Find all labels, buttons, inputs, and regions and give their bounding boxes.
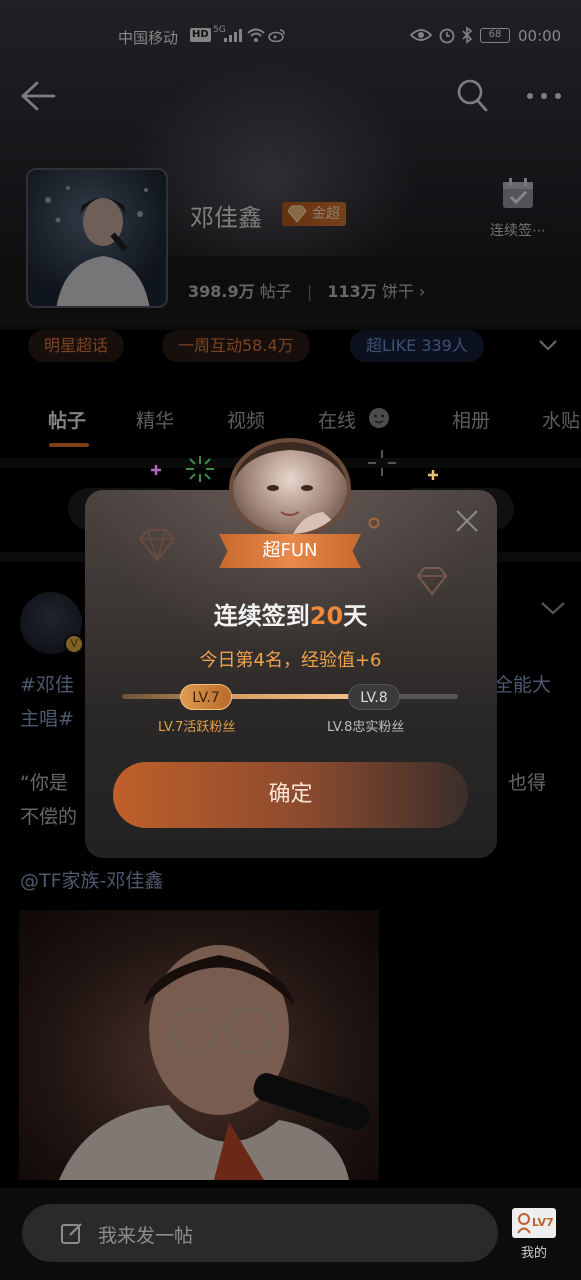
level-current-pill: LV.7 [180,684,232,710]
title-prefix: 连续签到 [213,602,310,630]
user-avatar [229,438,351,538]
me-label: 我的 [520,1246,547,1261]
diamond-decor-icon [416,567,448,596]
close-icon[interactable] [452,506,482,536]
compose-post-input[interactable]: 我来发一帖 [22,1204,498,1262]
title-suffix: 天 [343,602,368,630]
level-next-pill: LV.8 [348,684,400,710]
level-badge: LV7 [512,1208,556,1238]
me-button[interactable]: LV7 我的 [510,1208,558,1261]
me-level: LV7 [532,1216,554,1229]
level-current-caption: LV.7活跃粉丝 [158,720,236,735]
ring-decor [368,517,380,529]
modal-title: 连续签到20天 [0,596,581,631]
super-fun-ribbon: 超FUN [219,534,361,568]
confirm-button[interactable]: 确定 [113,762,468,828]
level-progress-fill [122,694,364,699]
streak-days: 20 [309,602,344,630]
user-icon [517,1213,531,1234]
level-next-caption: LV.8忠实粉丝 [327,720,405,735]
compose-placeholder: 我来发一帖 [98,1225,194,1247]
modal-subtitle: 今日第4名，经验值+6 [199,650,382,671]
edit-icon [61,1223,82,1244]
diamond-decor-icon [138,529,176,562]
